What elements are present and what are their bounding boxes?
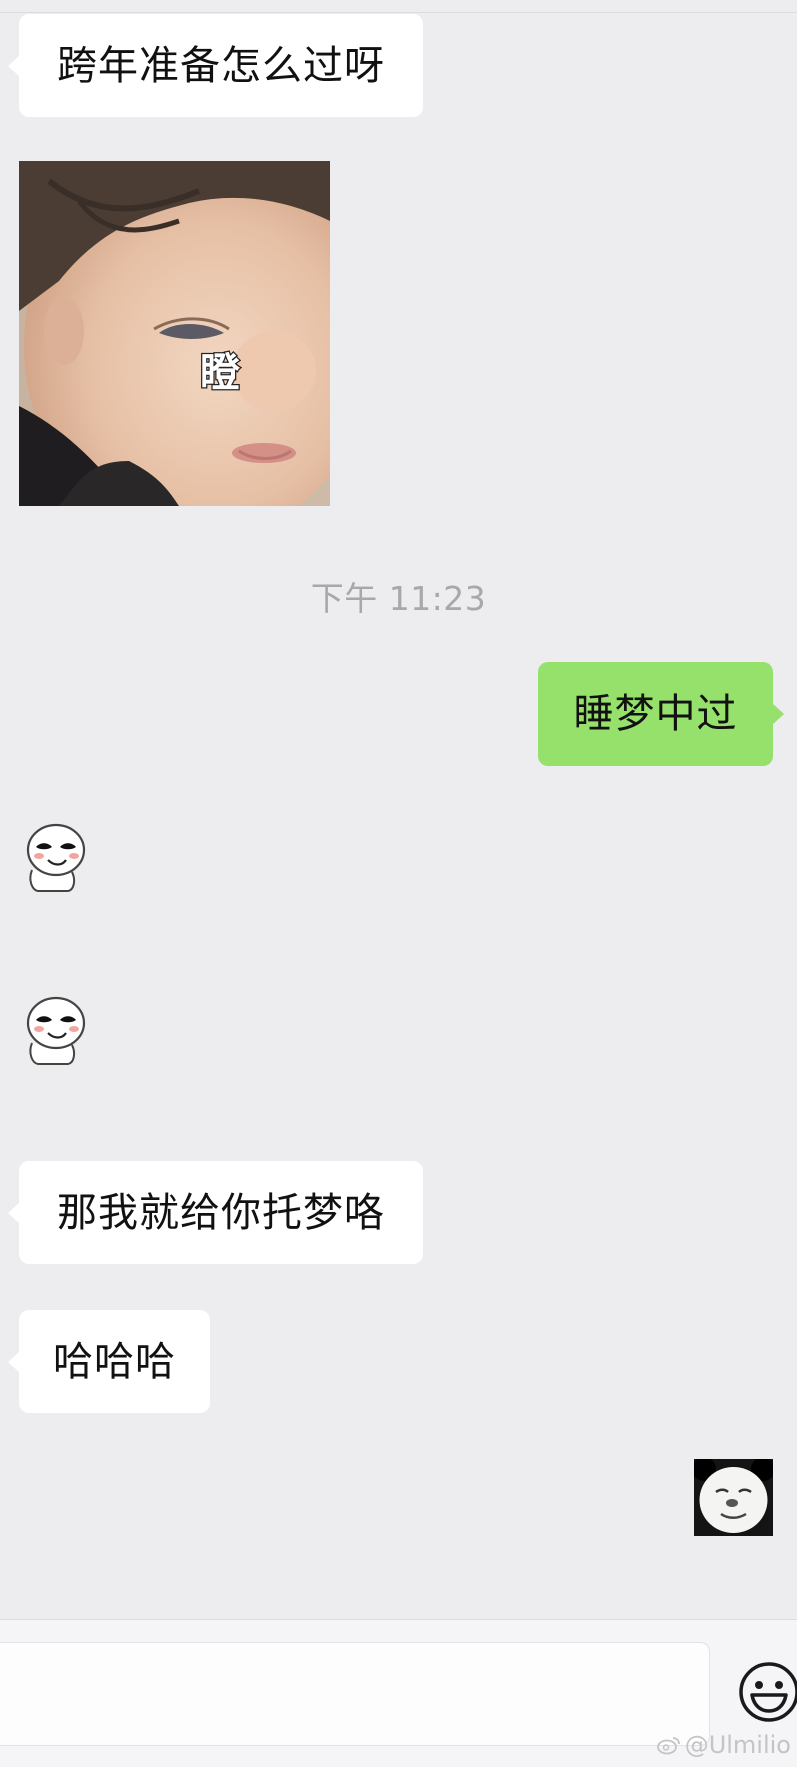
outgoing-message-bubble[interactable]: 睡梦中过: [538, 662, 773, 766]
message-text: 哈哈哈: [53, 1338, 176, 1385]
emoji-button[interactable]: [737, 1660, 797, 1724]
watermark: @Ulmilio: [656, 1731, 791, 1759]
weibo-icon: [656, 1737, 680, 1755]
message-text: 睡梦中过: [573, 691, 738, 737]
top-divider: [0, 0, 797, 13]
smiley-face-icon: [739, 1662, 797, 1722]
message-text: 跨年准备怎么过呀: [57, 42, 385, 89]
smug-face-icon: [26, 823, 86, 892]
chat-timestamp: 下午 11:23: [310, 579, 487, 618]
incoming-message-bubble[interactable]: 哈哈哈: [19, 1310, 210, 1413]
smug-face-icon: [26, 996, 86, 1065]
meme-face-sticker[interactable]: [24, 993, 94, 1065]
meme-face-sticker[interactable]: [24, 820, 94, 892]
panda-meme-sticker[interactable]: [692, 1457, 775, 1536]
panda-face-icon: [692, 1457, 775, 1536]
baby-face-image: 瞪: [19, 161, 330, 506]
message-input[interactable]: [0, 1642, 710, 1746]
incoming-message-bubble[interactable]: 跨年准备怎么过呀: [19, 14, 423, 117]
watermark-text: @Ulmilio: [684, 1731, 791, 1759]
message-text: 那我就给你托梦咯: [57, 1189, 385, 1236]
chat-input-bar: @Ulmilio: [0, 1619, 797, 1767]
incoming-image-message[interactable]: 瞪: [19, 161, 330, 506]
incoming-message-bubble[interactable]: 那我就给你托梦咯: [19, 1161, 423, 1264]
image-caption: 瞪: [200, 350, 240, 396]
